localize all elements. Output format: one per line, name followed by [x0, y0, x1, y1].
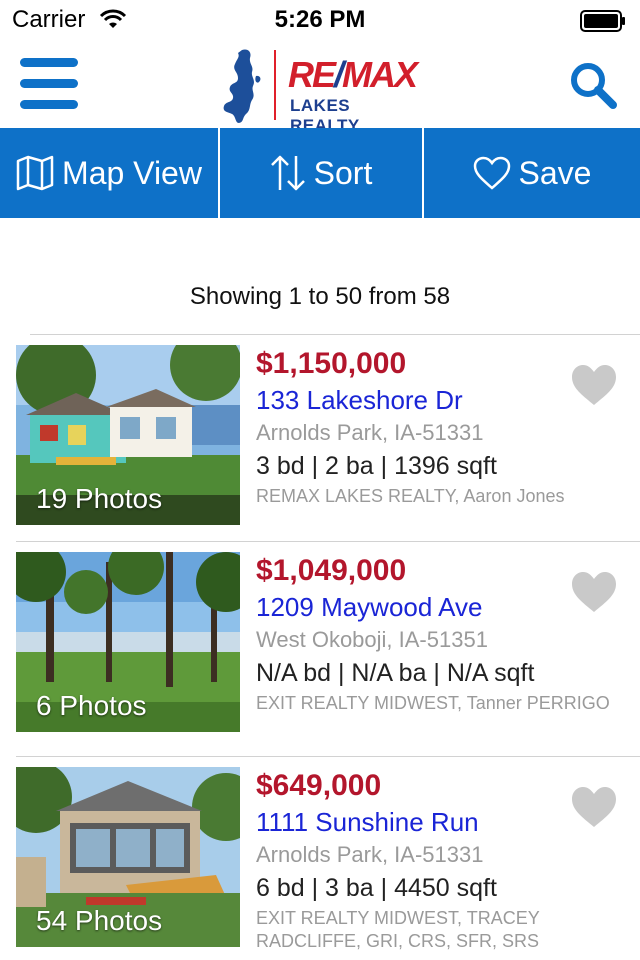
list-divider: [16, 756, 640, 757]
logo-brand: RE/MAX: [288, 54, 418, 95]
menu-icon[interactable]: [20, 58, 78, 110]
map-view-label: Map View: [62, 154, 202, 191]
listing-agent: REMAX LAKES REALTY, Aaron Jones: [256, 486, 565, 506]
favorite-heart-icon[interactable]: [570, 570, 618, 614]
lake-map-icon: [223, 49, 261, 124]
listing-photo[interactable]: 19 Photos: [16, 345, 240, 525]
action-toolbar: Map View Sort Save: [0, 128, 640, 218]
listing-city: Arnolds Park, IA-51331: [256, 420, 484, 445]
results-summary: Showing 1 to 50 from 58: [189, 283, 451, 310]
listing-city: Arnolds Park, IA-51331: [256, 842, 484, 867]
listing-agent: EXIT REALTY MIDWEST, Tanner PERRIGO: [256, 693, 610, 713]
map-view-button[interactable]: Map View: [0, 128, 218, 218]
listing-photo[interactable]: 6 Photos: [16, 552, 240, 732]
heart-outline-icon: [473, 156, 510, 190]
listing-card[interactable]: 19 Photos $1,150,000 133 Lakeshore Dr Ar…: [0, 345, 640, 542]
list-divider: [16, 541, 640, 542]
map-icon: [16, 155, 54, 191]
save-search-button[interactable]: Save: [422, 128, 640, 218]
photo-count: 19 Photos: [36, 483, 163, 514]
listing-card[interactable]: 54 Photos $649,000 1111 Sunshine Run Arn…: [0, 767, 640, 960]
listing-card[interactable]: 6 Photos $1,049,000 1209 Maywood Ave Wes…: [0, 552, 640, 757]
list-divider: [30, 334, 640, 335]
photo-count: 54 Photos: [36, 905, 163, 936]
listing-city: West Okoboji, IA-51351: [256, 627, 488, 652]
remax-lakes-realty-logo: RE/MAX LAKES REALTY: [218, 44, 422, 135]
status-time: 5:26 PM: [274, 6, 366, 33]
favorite-heart-icon[interactable]: [570, 363, 618, 407]
listing-specs: N/A bd | N/A ba | N/A sqft: [256, 659, 535, 687]
listing-photo[interactable]: 54 Photos: [16, 767, 240, 947]
favorite-heart-icon[interactable]: [570, 785, 618, 829]
listing-specs: 3 bd | 2 ba | 1396 sqft: [256, 452, 497, 480]
listing-agent: EXIT REALTY MIDWEST, TRACEY RADCLIFFE, G…: [256, 908, 540, 951]
sort-button[interactable]: Sort: [218, 128, 422, 218]
battery-icon: [580, 10, 625, 32]
sort-label: Sort: [313, 154, 373, 191]
save-label: Save: [518, 154, 592, 191]
status-bar: Carrier 5:26 PM: [0, 0, 640, 40]
photo-count: 6 Photos: [36, 690, 147, 721]
app-header: RE/MAX LAKES REALTY: [0, 40, 640, 135]
sort-arrows-icon: [270, 155, 305, 191]
logo-divider: [274, 50, 276, 120]
listing-specs: 6 bd | 3 ba | 4450 sqft: [256, 874, 497, 902]
search-icon[interactable]: [568, 60, 618, 110]
